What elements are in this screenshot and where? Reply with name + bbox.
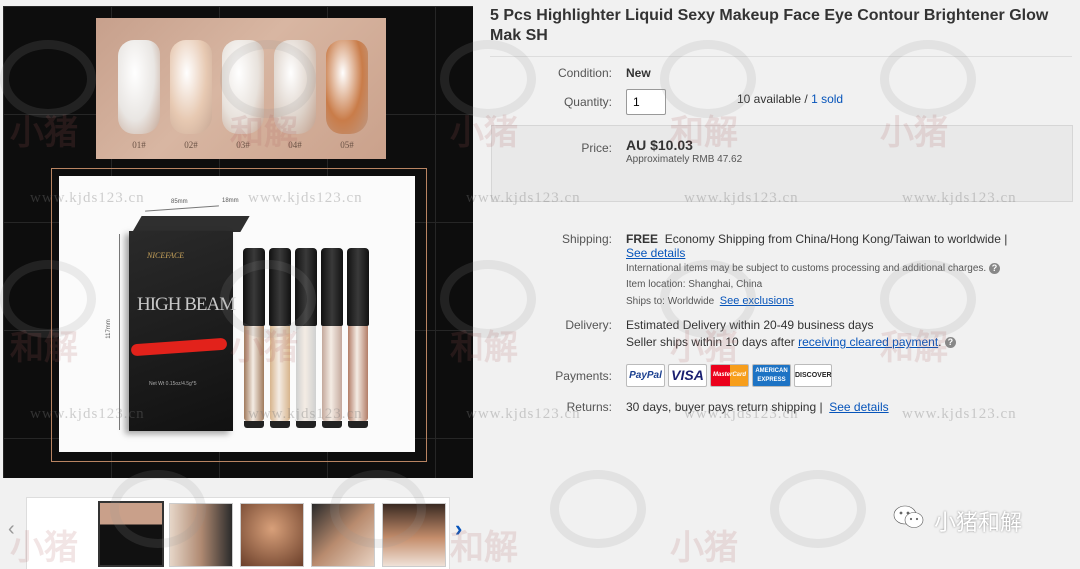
condition-value: New <box>626 66 651 80</box>
thumbnail-tubes[interactable] <box>169 503 233 567</box>
shipping-line: FREE Economy Shipping from China/Hong Ko… <box>626 232 1007 246</box>
discover-label: DISCOVER <box>795 372 832 379</box>
watermark-bubble <box>770 470 866 548</box>
paypal-label: PayPal <box>629 370 662 381</box>
watermark-chinese-text: 小猪 <box>670 528 738 568</box>
thumbnail-before-after[interactable] <box>311 503 375 567</box>
shipping-free: FREE <box>626 232 659 246</box>
shipping-label: Shipping: <box>561 232 612 246</box>
box-brand: NICEFACE <box>147 251 185 260</box>
price-box <box>491 125 1073 202</box>
product-photo: NICEFACE HIGH BEAM Net Wt 0.15oz/4.5g*5 … <box>59 176 415 452</box>
watermark-bubble <box>660 40 756 118</box>
box-net-text: Net Wt 0.15oz/4.5g*5 <box>149 381 197 387</box>
listing-title: 5 Pcs Highlighter Liquid Sexy Makeup Fac… <box>490 7 1049 44</box>
dim-line-width <box>145 205 219 212</box>
help-icon[interactable]: ? <box>944 337 956 349</box>
thumbnail-model-portrait[interactable] <box>382 503 446 567</box>
availability-text: 10 available / 1 sold <box>737 92 843 106</box>
swatch-label: 04# <box>288 140 302 150</box>
swatch-label: 03# <box>236 140 250 150</box>
quantity-label: Quantity: <box>563 95 612 109</box>
dim-label-width: 85mm <box>171 199 188 205</box>
seller-ships-line: Seller ships within 10 days after receiv… <box>626 335 956 349</box>
swatch-label: 02# <box>184 140 198 150</box>
dim-label-height: 117mm <box>105 319 112 339</box>
product-box: NICEFACE HIGH BEAM Net Wt 0.15oz/4.5g*5 <box>129 231 236 431</box>
discover-icon: DISCOVER <box>794 364 832 387</box>
lip-gloss-tube <box>243 248 265 428</box>
cleared-payment-link[interactable]: receiving cleared payment <box>798 335 938 349</box>
thumbnail-swatches-box[interactable] <box>98 501 164 567</box>
thumbnail-next-arrow[interactable]: › <box>455 516 462 542</box>
item-location: Item location: Shanghai, China <box>626 279 763 290</box>
lip-gloss-tube <box>347 248 369 428</box>
swatch-1 <box>118 40 160 134</box>
box-title: HIGH BEAM <box>137 294 236 315</box>
customs-note: International items may be subject to cu… <box>626 263 1000 274</box>
shipping-details-link[interactable]: See details <box>626 246 685 260</box>
title-divider <box>490 56 1072 57</box>
visa-label: VISA <box>671 367 704 383</box>
mastercard-label: MasterCard <box>712 372 746 378</box>
customs-note-text: International items may be subject to cu… <box>626 263 987 275</box>
swatch-label: 01# <box>132 140 146 150</box>
cleared-payment-suffix: . <box>938 335 942 349</box>
help-icon[interactable]: ? <box>988 263 1000 274</box>
dim-line-height <box>119 234 120 430</box>
delivery-estimate: Estimated Delivery within 20-49 business… <box>626 318 874 332</box>
swatch-card: 01# 02# 03# 04# 05# <box>96 18 386 159</box>
returns-label: Returns: <box>566 400 612 414</box>
thumbnail-prev-arrow[interactable]: ‹ <box>8 518 15 541</box>
thumbnail-strip <box>26 497 450 569</box>
returns-text: 30 days, buyer pays return shipping | <box>626 400 823 414</box>
price-value: AU $10.03 <box>626 137 693 153</box>
amex-icon: AMERICAN EXPRESS <box>752 364 791 387</box>
wechat-icon <box>893 505 924 528</box>
payments-label: Payments: <box>555 369 612 383</box>
mastercard-icon: MasterCard <box>710 364 749 387</box>
thumbnail-empty[interactable] <box>27 503 89 565</box>
swatch-label: 05# <box>340 140 354 150</box>
seller-ships-text: Seller ships within 10 days after <box>626 335 795 349</box>
swatch-2 <box>170 40 212 134</box>
lip-gloss-tube <box>295 248 317 428</box>
ships-to-line: Ships to: Worldwide See exclusions <box>626 295 794 307</box>
exclusions-link[interactable]: See exclusions <box>720 295 794 307</box>
returns-line: 30 days, buyer pays return shipping | Se… <box>626 400 889 414</box>
watermark-bubble <box>550 470 646 548</box>
sold-link[interactable]: 1 sold <box>811 92 843 106</box>
price-approx: Approximately RMB 47.62 <box>626 154 743 165</box>
ships-to: Ships to: Worldwide <box>626 296 715 307</box>
shipping-method: Economy Shipping from China/Hong Kong/Ta… <box>664 232 1008 246</box>
box-top <box>132 216 250 232</box>
returns-details-link[interactable]: See details <box>829 400 888 414</box>
thumbnail-model-face[interactable] <box>240 503 304 567</box>
swatch-4 <box>274 40 316 134</box>
paypal-icon: PayPal <box>626 364 665 387</box>
dim-label-depth: 18mm <box>222 198 239 204</box>
condition-label: Condition: <box>557 66 612 80</box>
delivery-label: Delivery: <box>565 318 612 332</box>
red-redaction-mark <box>130 337 228 357</box>
brand-watermark-text: 小猪和解 <box>934 511 1023 536</box>
amex-label: AMERICAN EXPRESS <box>755 368 788 383</box>
main-product-image[interactable]: 01# 02# 03# 04# 05# NICEFACE HIGH BEAM Net W… <box>3 6 473 478</box>
watermark-bubble <box>880 40 976 118</box>
watermark-site-text: www.kjds123.cn <box>902 406 1017 422</box>
price-label: Price: <box>581 141 612 155</box>
lip-gloss-tube <box>269 248 291 428</box>
swatch-3 <box>222 40 264 134</box>
lip-gloss-tube <box>321 248 343 428</box>
swatch-5 <box>326 40 368 134</box>
visa-icon: VISA <box>668 364 707 387</box>
available-count: 10 available / <box>737 92 808 106</box>
quantity-input[interactable] <box>626 89 666 115</box>
